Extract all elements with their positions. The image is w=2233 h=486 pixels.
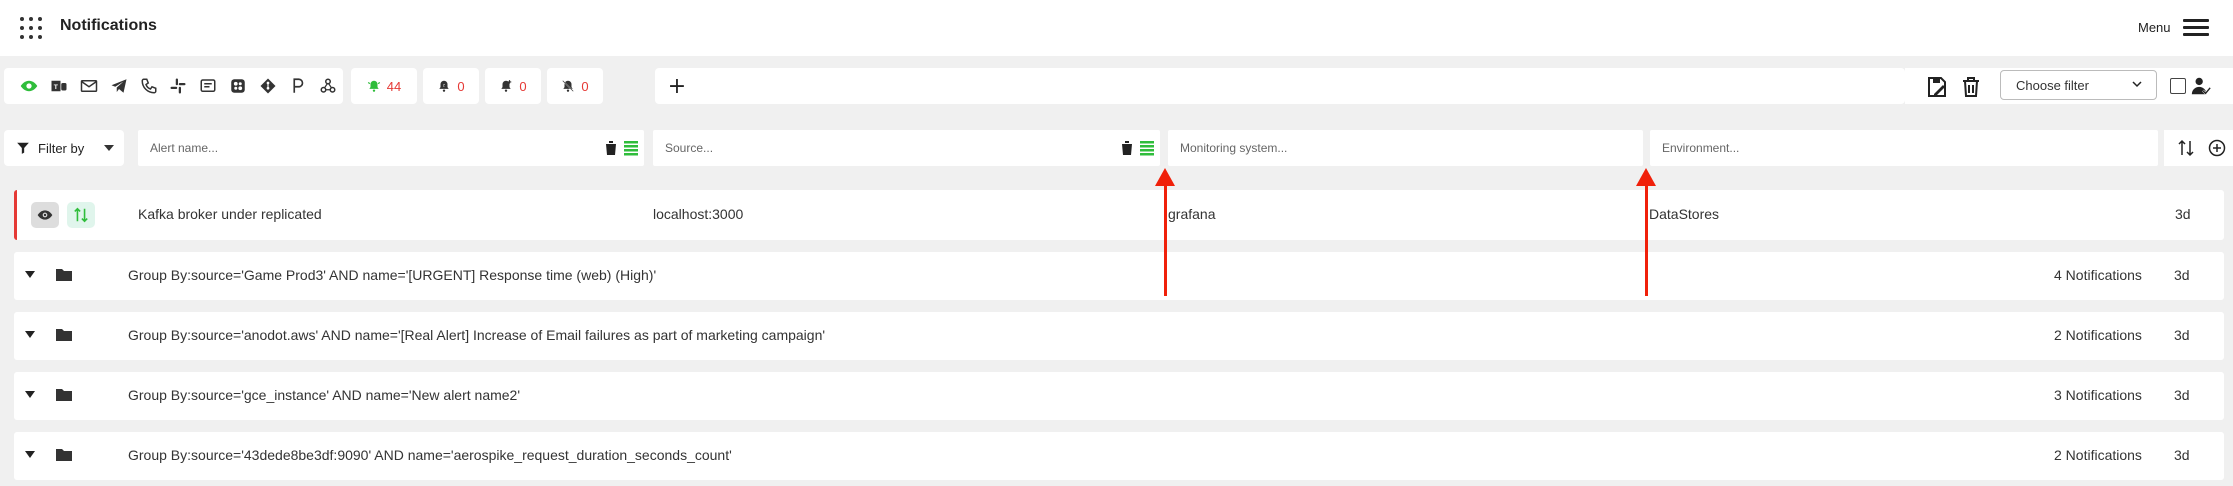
webhook-icon[interactable] — [313, 71, 343, 101]
user-check-icon[interactable] — [2190, 74, 2212, 98]
pagerduty-icon[interactable] — [283, 71, 313, 101]
channel-filter-bar: T — [4, 68, 343, 104]
alert-name: Kafka broker under replicated — [138, 206, 322, 222]
trash-icon[interactable] — [1959, 75, 1983, 99]
expand-caret-icon[interactable] — [25, 451, 35, 458]
chevron-down-icon — [2132, 81, 2142, 88]
group-age: 3d — [2174, 447, 2190, 463]
save-filter-icon[interactable] — [1925, 75, 1949, 99]
page-title: Notifications — [60, 17, 157, 34]
folder-icon — [56, 389, 72, 401]
app-grid-icon[interactable] — [20, 17, 42, 39]
phone-icon[interactable] — [134, 71, 164, 101]
group-label: Group By:source='43dede8be3df:9090' AND … — [128, 447, 732, 463]
list-icon[interactable] — [1140, 140, 1154, 156]
telegram-icon[interactable] — [104, 71, 134, 101]
teams-icon[interactable]: T — [44, 71, 74, 101]
alert-name-input[interactable] — [150, 138, 555, 158]
bell-ringing-icon — [367, 80, 380, 92]
sort-icon[interactable] — [2177, 139, 2195, 157]
alert-row[interactable]: Kafka broker under replicated localhost:… — [14, 190, 2224, 240]
choose-filter-label: Choose filter — [2016, 77, 2089, 93]
counter-value: 0 — [457, 78, 465, 94]
filter-by-dropdown[interactable]: Filter by — [4, 130, 124, 166]
group-label: Group By:source='Game Prod3' AND name='[… — [128, 267, 657, 283]
group-row[interactable]: Group By:source='43dede8be3df:9090' AND … — [14, 432, 2224, 480]
toolbar: T 44 z 0 0 0 + Choose filter — [0, 64, 2233, 108]
counter-snoozed[interactable]: z 0 — [423, 68, 479, 104]
group-count: 4 Notifications — [2054, 267, 2142, 283]
group-age: 3d — [2174, 267, 2190, 283]
counter-value: 0 — [519, 78, 527, 94]
bell-snooze-icon: z — [439, 80, 450, 92]
folder-icon — [56, 269, 72, 281]
group-row[interactable]: Group By:source='anodot.aws' AND name='[… — [14, 312, 2224, 360]
filter-by-label: Filter by — [38, 140, 85, 156]
group-row[interactable]: Group By:source='Game Prod3' AND name='[… — [14, 252, 2224, 300]
environment-filter — [1650, 130, 2158, 166]
add-button[interactable]: + — [665, 74, 689, 99]
bell-off-icon — [562, 80, 575, 92]
monitoring-filter — [1168, 130, 1643, 166]
alert-environment: DataStores — [1649, 206, 1720, 222]
add-filter-bar: + — [655, 68, 1905, 104]
menu-label[interactable]: Menu — [2138, 20, 2171, 35]
source-input[interactable] — [665, 138, 1071, 158]
add-column-icon[interactable] — [2208, 139, 2226, 157]
eye-icon — [37, 210, 53, 220]
group-count: 2 Notifications — [2054, 447, 2142, 463]
annotation-arrow — [1645, 184, 1648, 296]
alert-name-filter — [138, 130, 644, 166]
bell-plus-icon — [501, 80, 512, 92]
counter-active[interactable]: 44 — [351, 68, 417, 104]
monitoring-input[interactable] — [1180, 138, 1560, 158]
alert-source: localhost:3000 — [653, 206, 744, 222]
expand-caret-icon[interactable] — [25, 331, 35, 338]
source-filter — [653, 130, 1160, 166]
hamburger-icon[interactable] — [2183, 19, 2209, 37]
environment-input[interactable] — [1662, 138, 2069, 158]
folder-icon — [56, 449, 72, 461]
swap-arrows-icon — [74, 207, 88, 223]
select-all-checkbox[interactable] — [2170, 78, 2186, 94]
slack-icon[interactable] — [164, 71, 194, 101]
annotation-arrow — [1164, 184, 1167, 296]
group-row[interactable]: Group By:source='gce_instance' AND name=… — [14, 372, 2224, 420]
group-age: 3d — [2174, 327, 2190, 343]
choose-filter-select[interactable]: Choose filter — [2000, 70, 2157, 100]
folder-icon — [56, 329, 72, 341]
view-button[interactable] — [31, 202, 59, 228]
svg-text:z: z — [443, 83, 445, 88]
group-age: 3d — [2174, 387, 2190, 403]
sort-controls — [2164, 130, 2233, 166]
clear-trash-icon[interactable] — [1120, 140, 1134, 156]
counter-muted[interactable]: 0 — [547, 68, 603, 104]
envelope-icon[interactable] — [74, 71, 104, 101]
sort-toggle-button[interactable] — [67, 202, 95, 228]
expand-caret-icon[interactable] — [25, 391, 35, 398]
funnel-icon — [17, 142, 29, 154]
filter-row: Filter by — [0, 128, 2233, 168]
group-count: 2 Notifications — [2054, 327, 2142, 343]
group-label: Group By:source='gce_instance' AND name=… — [128, 387, 521, 403]
group-count: 3 Notifications — [2054, 387, 2142, 403]
right-toolbar: Choose filter — [1905, 68, 2233, 104]
alert-age: 3d — [2175, 206, 2191, 222]
list-icon[interactable] — [624, 140, 638, 156]
clear-trash-icon[interactable] — [604, 140, 618, 156]
git-icon[interactable] — [253, 71, 283, 101]
caret-down-icon — [104, 145, 114, 151]
counter-new[interactable]: 0 — [485, 68, 541, 104]
counter-value: 44 — [386, 78, 402, 94]
message-icon[interactable] — [193, 71, 223, 101]
eye-icon[interactable] — [14, 71, 44, 101]
alert-monitoring-system: grafana — [1168, 206, 1216, 222]
group-label: Group By:source='anodot.aws' AND name='[… — [128, 327, 826, 343]
top-header: Notifications Menu — [0, 0, 2233, 56]
chart-icon[interactable] — [223, 71, 253, 101]
counter-value: 0 — [581, 78, 589, 94]
expand-caret-icon[interactable] — [25, 271, 35, 278]
